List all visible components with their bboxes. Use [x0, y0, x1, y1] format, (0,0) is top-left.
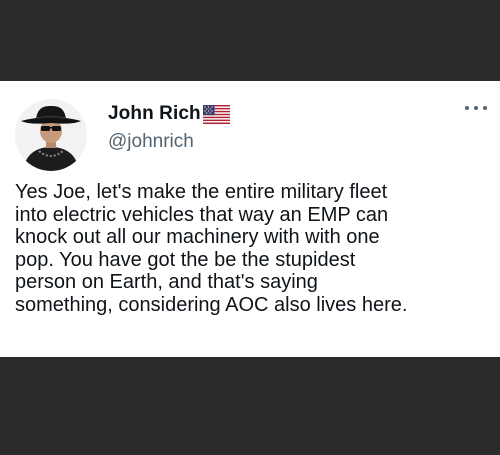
cowboy-hat-avatar-icon: [15, 99, 87, 171]
more-dot: [465, 106, 469, 110]
tweet-text: Yes Joe, let's make the entire military …: [15, 181, 408, 316]
more-dot: [474, 106, 478, 110]
avatar[interactable]: [15, 99, 87, 171]
screenshot-frame: John Rich @johnrich Yes Joe, let's make …: [0, 0, 500, 455]
tweet-card[interactable]: John Rich @johnrich Yes Joe, let's make …: [0, 81, 500, 357]
author-display-name[interactable]: John Rich: [108, 103, 201, 125]
author-handle[interactable]: @johnrich: [108, 131, 194, 153]
more-dot: [483, 106, 487, 110]
author-name-row: John Rich: [108, 103, 230, 125]
more-options-icon[interactable]: [465, 103, 487, 113]
us-flag-icon: [202, 104, 230, 124]
